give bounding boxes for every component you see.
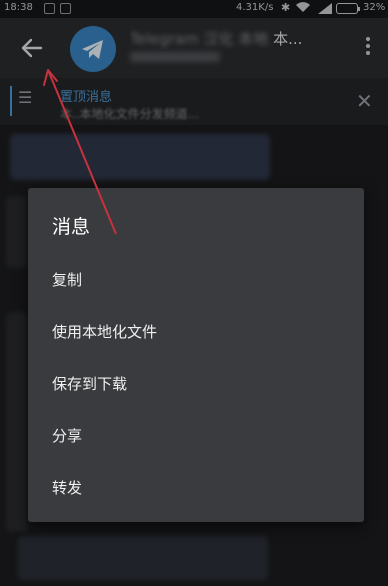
copy-menu-item[interactable]: 复制 (28, 254, 364, 306)
menu-title: 消息 (52, 216, 91, 238)
share-menu-item[interactable]: 分享 (28, 410, 364, 462)
apply-localization-menu-item[interactable]: 使用本地化文件 (28, 306, 364, 358)
message-context-menu: 消息 复制 使用本地化文件 保存到下载 分享 转发 (28, 188, 364, 522)
save-to-downloads-menu-item[interactable]: 保存到下载 (28, 358, 364, 410)
forward-menu-item[interactable]: 转发 (28, 462, 364, 514)
